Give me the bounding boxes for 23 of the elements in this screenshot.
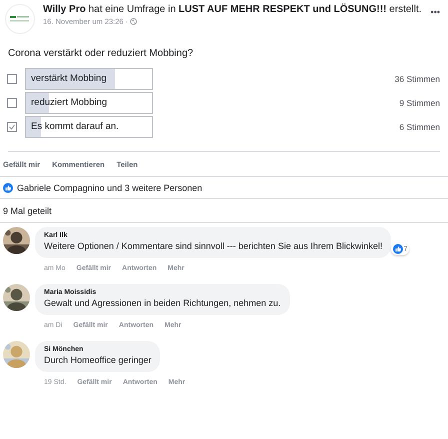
logo-icon [5,4,35,34]
option-label: reduziert Mobbing [31,97,108,108]
like-icon [3,183,13,193]
more-icon[interactable]: ••• [430,7,440,34]
poll-question: Corona verstärkt oder reduziert Mobbing? [7,47,194,61]
comment-text: Gewalt und Agressionen in beiden Richtungen, nehmen zu. [44,298,281,309]
vote-count[interactable]: 6 Stimmen [399,122,440,132]
vote-count[interactable]: 9 Stimmen [399,98,440,108]
comment-text: Durch Homeoffice geringer [44,355,152,366]
checkbox[interactable] [7,74,17,84]
vote-count[interactable]: 36 Stimmen [394,74,440,84]
comment-text: Weitere Optionen / Kommentare sind sinnvoll --- berichten Sie aus Ihrem Blickwinkel! [44,241,382,252]
option-label: verstärkt Mobbing [31,73,107,84]
poll-bar[interactable]: verstärkt Mobbing [25,68,153,90]
likes-summary[interactable]: Gabriele Compagnino und 3 weitere Personen [17,183,202,193]
poll-bar[interactable]: Es kommt darauf an. [25,116,153,138]
checkbox[interactable] [7,122,17,132]
checkbox[interactable] [7,98,17,108]
option-label: Es kommt darauf an. [31,121,119,132]
share-count[interactable]: 9 Mal geteilt [0,199,448,222]
poll-bar[interactable]: reduziert Mobbing [25,92,153,114]
post-title: Willy Pro hat eine Umfrage in LUST AUF MEHR RESPEKT und LÖSUNG!!! erstellt. [43,4,422,16]
like-icon [392,244,403,254]
